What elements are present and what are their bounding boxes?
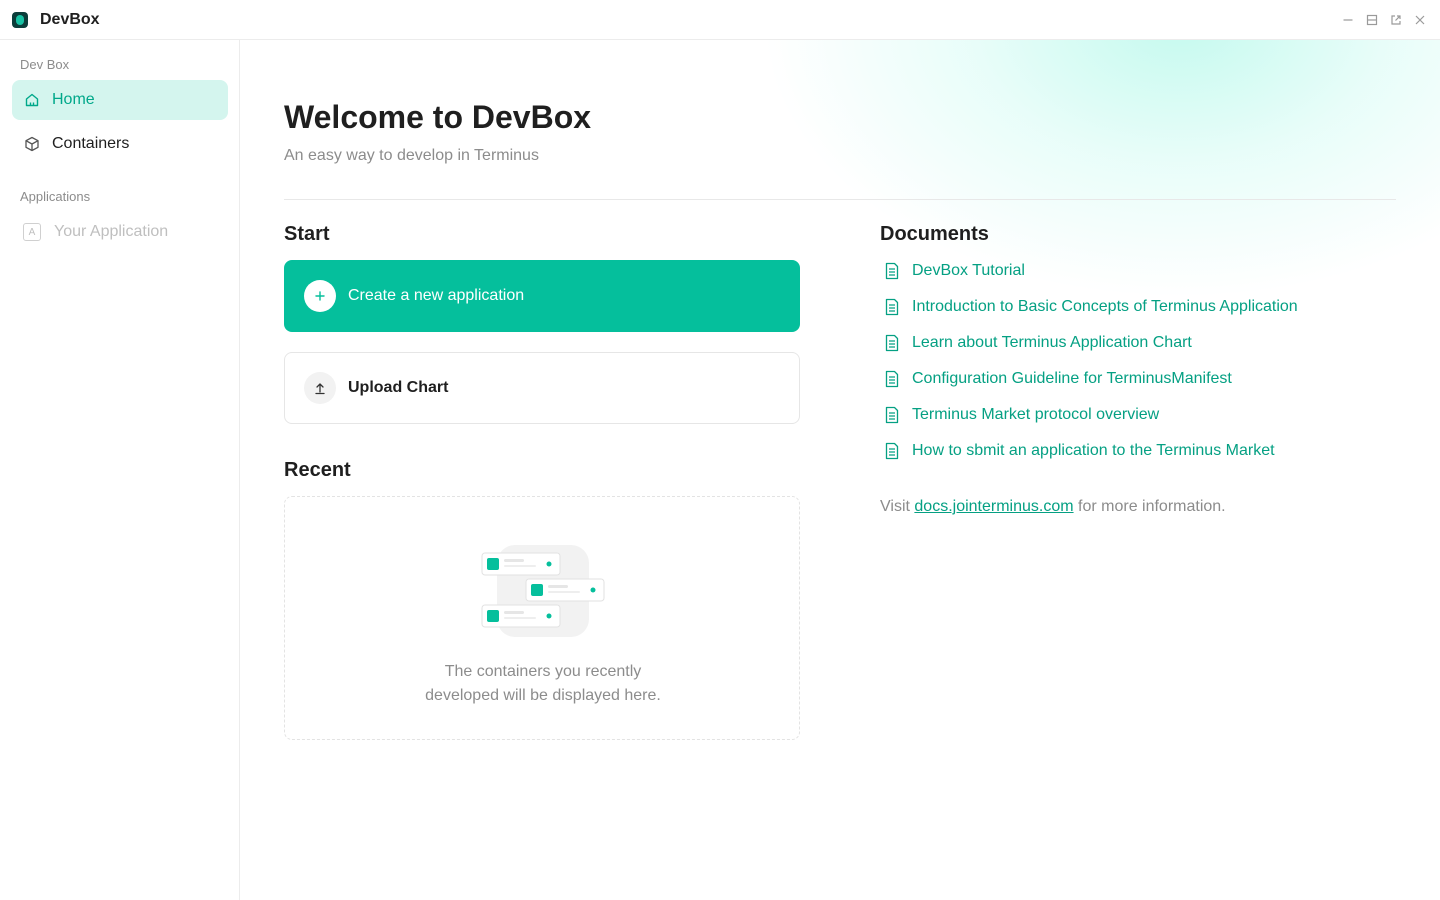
docs-site-link[interactable]: docs.jointerminus.com: [914, 498, 1073, 515]
page-title: Welcome to DevBox: [284, 99, 592, 135]
sidebar-item-label: Home: [52, 91, 95, 108]
docs-visit-text: Visit docs.jointerminus.com for more inf…: [880, 498, 1226, 515]
home-icon: [24, 92, 40, 108]
document-icon: [880, 331, 904, 355]
start-heading: Start: [284, 223, 330, 245]
box-icon: [24, 136, 40, 152]
create-application-button[interactable]: Create a new application: [284, 260, 800, 332]
doc-link-application-chart[interactable]: Learn about Terminus Application Chart: [880, 331, 1192, 355]
close-icon[interactable]: [1412, 12, 1428, 28]
upload-icon: [304, 372, 336, 404]
recent-empty-text: The containers you recently developed wi…: [425, 663, 661, 704]
header-divider: [284, 199, 1396, 200]
header-glow: [760, 40, 1440, 300]
sidebar-group-applications: Applications: [20, 189, 91, 204]
plus-icon: [304, 280, 336, 312]
open-external-icon[interactable]: [1388, 12, 1404, 28]
create-application-label: Create a new application: [348, 287, 525, 304]
doc-link-submit-application[interactable]: How to sbmit an application to the Termi…: [880, 439, 1275, 463]
title-bar: DevBox: [0, 0, 1440, 40]
document-icon: [880, 439, 904, 463]
sidebar-item-label: Your Application: [54, 223, 169, 240]
document-icon: [880, 259, 904, 283]
page-subtitle: An easy way to develop in Terminus: [284, 147, 539, 164]
document-icon: [880, 295, 904, 319]
recent-heading: Recent: [284, 459, 351, 481]
sidebar-group-devbox: Dev Box: [20, 57, 70, 72]
maximize-icon[interactable]: [1364, 12, 1380, 28]
document-icon: [880, 403, 904, 427]
sidebar-item-your-application: A Your Application: [12, 212, 228, 252]
upload-chart-button[interactable]: Upload Chart: [284, 352, 800, 424]
doc-link-market-protocol[interactable]: Terminus Market protocol overview: [880, 403, 1159, 427]
sidebar: Dev Box Home Containers Applications A Y…: [0, 40, 240, 900]
app-logo-icon: [12, 12, 28, 28]
doc-link-configuration-guideline[interactable]: Configuration Guideline for TerminusMani…: [880, 367, 1232, 391]
documents-heading: Documents: [880, 223, 989, 245]
main-content: Welcome to DevBox An easy way to develop…: [240, 40, 1440, 900]
sidebar-item-home[interactable]: Home: [12, 80, 228, 120]
doc-link-devbox-tutorial[interactable]: DevBox Tutorial: [880, 259, 1025, 283]
containers-illustration: [481, 545, 605, 637]
doc-link-basic-concepts[interactable]: Introduction to Basic Concepts of Termin…: [880, 295, 1298, 319]
app-title: DevBox: [40, 11, 100, 28]
sidebar-item-containers[interactable]: Containers: [12, 124, 228, 164]
recent-empty-state: The containers you recently developed wi…: [284, 496, 800, 740]
upload-chart-label: Upload Chart: [348, 379, 449, 396]
sidebar-item-label: Containers: [52, 135, 130, 152]
document-icon: [880, 367, 904, 391]
app-placeholder-icon: A: [22, 223, 42, 241]
minimize-icon[interactable]: [1340, 12, 1356, 28]
